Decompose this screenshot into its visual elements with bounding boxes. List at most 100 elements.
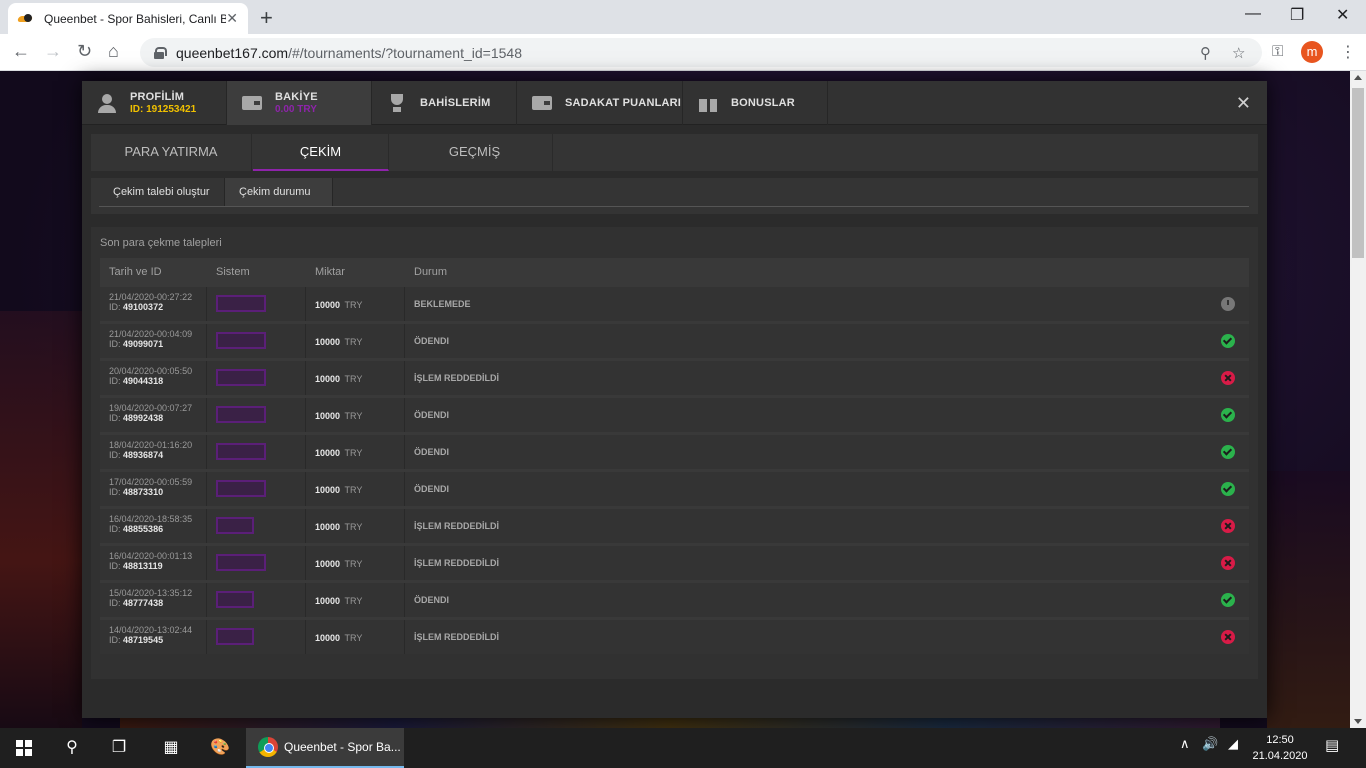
payment-system-logo	[216, 406, 266, 423]
browser-toolbar: ← → ↻ ⌂ queenbet167.com/#/tournaments/?t…	[0, 34, 1366, 71]
nav-loyalty-points[interactable]: SADAKAT PUANLARI	[517, 81, 683, 125]
paint-icon[interactable]: 🎨	[208, 736, 232, 760]
withdrawal-status-button[interactable]: Çekim durumu	[225, 178, 333, 206]
maximize-button[interactable]: ❐	[1290, 5, 1304, 25]
chrome-icon	[258, 737, 278, 757]
row-id: ID: 48992438	[109, 413, 206, 424]
table-row: 19/04/2020-00:07:27 ID: 48992438 10000 TRY…	[100, 398, 1249, 432]
nav-bonuses-label: BONUSLAR	[731, 97, 795, 109]
menu-kebab-icon[interactable]: ⋮	[1340, 42, 1356, 62]
reload-icon[interactable]: ↻	[77, 41, 92, 62]
minimize-button[interactable]: —	[1245, 5, 1261, 23]
scroll-down-icon[interactable]	[1354, 719, 1362, 724]
row-amount: 10000	[315, 633, 341, 643]
row-id-value: 48936874	[123, 450, 164, 460]
wallet-icon	[241, 93, 263, 113]
row-id-value: 49100372	[123, 302, 164, 312]
cell-date-id: 17/04/2020-00:05:59 ID: 48873310	[100, 472, 207, 506]
windows-start-icon[interactable]	[16, 740, 32, 756]
row-date: 17/04/2020-00:05:59	[109, 477, 193, 487]
table-row: 18/04/2020-01:16:20 ID: 48936874 10000 TRY…	[100, 435, 1249, 469]
table-row: 16/04/2020-18:58:35 ID: 48855386 10000 TRY…	[100, 509, 1249, 543]
speaker-icon[interactable]: 🔊	[1202, 736, 1218, 752]
profile-avatar[interactable]: m	[1301, 41, 1323, 63]
cell-date-id: 16/04/2020-00:01:13 ID: 48813119	[100, 546, 207, 580]
row-currency: TRY	[344, 522, 363, 532]
column-status: Durum	[414, 266, 448, 278]
table-row: 20/04/2020-00:05:50 ID: 49044318 10000 TRY…	[100, 361, 1249, 395]
user-icon	[96, 93, 118, 113]
windows-taskbar: ⚲ ❐ ▦ 🎨 Queenbet - Spor Ba... ∧ 🔊 ◢ 12:5…	[0, 728, 1366, 768]
url-path: /#/tournaments/?tournament_id=1548	[288, 44, 522, 61]
back-arrow-icon[interactable]: ←	[12, 41, 30, 62]
scroll-up-icon[interactable]	[1354, 75, 1362, 80]
forward-arrow-icon[interactable]: →	[44, 41, 62, 62]
clock-date: 21.04.2020	[1252, 750, 1308, 762]
row-date: 16/04/2020-18:58:35	[109, 514, 193, 524]
row-id-prefix: ID:	[109, 376, 121, 386]
browser-tab[interactable]: Queenbet - Spor Bahisleri, Canlı B ✕	[8, 3, 248, 34]
address-bar[interactable]: queenbet167.com/#/tournaments/?tournamen…	[140, 38, 1262, 67]
cell-system	[207, 583, 306, 617]
notifications-icon[interactable]: ▤	[1325, 736, 1339, 754]
tab-withdrawal[interactable]: ÇEKİM	[253, 134, 389, 171]
x-circle-icon	[1221, 630, 1235, 644]
cell-system	[207, 361, 306, 395]
cell-date-id: 19/04/2020-00:07:27 ID: 48992438	[100, 398, 207, 432]
nav-balance[interactable]: BAKİYE 0.00 TRY	[227, 81, 372, 125]
row-id-prefix: ID:	[109, 561, 121, 571]
check-circle-icon	[1221, 482, 1235, 496]
row-id-value: 48719545	[123, 635, 164, 645]
nav-profile[interactable]: PROFİLİM ID: 191253421	[82, 81, 227, 125]
tray-chevron-icon[interactable]: ∧	[1180, 736, 1190, 752]
cell-amount: 10000 TRY	[306, 546, 405, 580]
calculator-icon[interactable]: ▦	[160, 736, 182, 760]
key-icon[interactable]: ⚿	[1272, 43, 1283, 60]
row-status: İŞLEM REDDEDİLDİ	[414, 521, 500, 531]
cell-system	[207, 435, 306, 469]
create-withdrawal-button[interactable]: Çekim talebi oluştur	[99, 178, 225, 206]
lock-icon	[154, 46, 167, 59]
tab-history[interactable]: GEÇMİŞ	[397, 134, 553, 171]
taskbar-clock[interactable]: 12:50 21.04.2020	[1252, 732, 1308, 764]
row-currency: TRY	[344, 300, 363, 310]
scrollbar-thumb[interactable]	[1352, 88, 1364, 258]
bookmark-star-icon[interactable]: ☆	[1232, 44, 1245, 62]
zoom-icon[interactable]: ⚲	[1200, 44, 1211, 62]
row-status: ÖDENDI	[414, 484, 450, 494]
search-icon[interactable]: ⚲	[62, 736, 82, 760]
url-text[interactable]: queenbet167.com/#/tournaments/?tournamen…	[176, 45, 522, 61]
modal-close-button[interactable]: ✕	[1236, 93, 1251, 114]
row-date: 14/04/2020-13:02:44	[109, 625, 193, 635]
withdrawal-panel: Son para çekme talepleri Tarih ve ID Sis…	[91, 227, 1258, 679]
table-row: 14/04/2020-13:02:44 ID: 48719545 10000 TRY…	[100, 620, 1249, 654]
payment-system-logo	[216, 628, 254, 645]
taskbar-chrome-app[interactable]: Queenbet - Spor Ba...	[246, 728, 404, 768]
row-id: ID: 48873310	[109, 487, 206, 498]
row-id-prefix: ID:	[109, 524, 121, 534]
row-currency: TRY	[344, 485, 363, 495]
window-close-button[interactable]: ✕	[1336, 5, 1349, 25]
row-id: ID: 48855386	[109, 524, 206, 535]
tab-close-icon[interactable]: ✕	[226, 10, 238, 27]
withdrawals-table: Tarih ve ID Sistem Miktar Durum 21/04/20…	[100, 258, 1249, 654]
new-tab-button[interactable]: +	[260, 5, 273, 31]
row-id: ID: 48936874	[109, 450, 206, 461]
page-scrollbar[interactable]	[1350, 71, 1366, 728]
nav-my-bets[interactable]: BAHİSLERİM	[372, 81, 517, 125]
payment-system-logo	[216, 332, 266, 349]
task-view-icon[interactable]: ❐	[108, 736, 130, 760]
network-icon[interactable]: ◢	[1228, 736, 1238, 752]
cell-date-id: 21/04/2020-00:27:22 ID: 49100372	[100, 287, 207, 321]
row-id: ID: 49100372	[109, 302, 206, 313]
tab-deposit[interactable]: PARA YATIRMA	[91, 134, 252, 171]
tab-title: Queenbet - Spor Bahisleri, Canlı B	[44, 11, 226, 26]
payment-system-logo	[216, 554, 266, 571]
withdrawal-actions: Çekim talebi oluştur Çekim durumu	[91, 178, 1258, 214]
home-icon[interactable]: ⌂	[108, 41, 119, 62]
trophy-icon	[386, 93, 408, 113]
cell-system	[207, 472, 306, 506]
cell-amount: 10000 TRY	[306, 324, 405, 358]
nav-bonuses[interactable]: BONUSLAR	[683, 81, 828, 125]
row-status: ÖDENDI	[414, 410, 450, 420]
